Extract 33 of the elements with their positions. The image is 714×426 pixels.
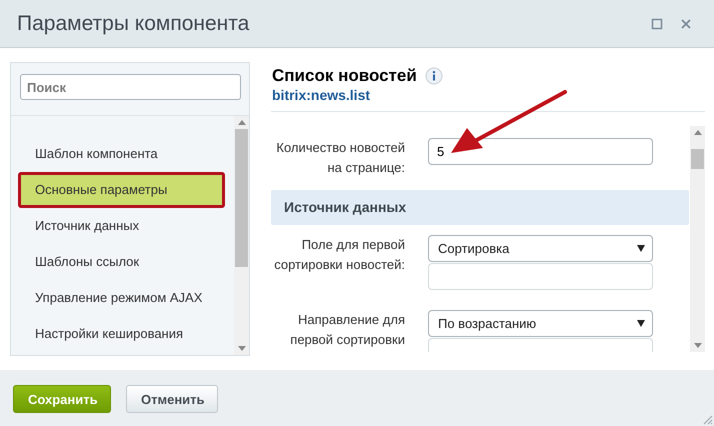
input-field[interactable]: 5 (428, 138, 653, 165)
sidebar-item[interactable]: Управление режимом AJAX (18, 280, 225, 316)
cancel-button[interactable]: Отменить (126, 385, 218, 413)
sidebar-item[interactable]: Настройки кеширования (18, 316, 225, 352)
dropdown[interactable]: По возрастанию (428, 310, 653, 337)
scroll-up-icon[interactable] (238, 120, 246, 125)
dropdown[interactable]: Сортировка (428, 235, 653, 262)
scrollbar[interactable] (690, 126, 705, 352)
input-field[interactable] (428, 263, 653, 290)
resize-grip-icon[interactable] (701, 413, 713, 425)
dropdown-caret-icon (637, 320, 645, 327)
dropdown-caret-icon (637, 245, 645, 252)
maximize-icon[interactable] (651, 18, 663, 30)
sidebar-item[interactable]: Источник данных (18, 208, 225, 244)
component-code: bitrix:news.list (272, 87, 372, 103)
scroll-up-icon[interactable] (694, 130, 702, 135)
field-label: Направление для первой сортировки (289, 311, 405, 349)
info-icon[interactable] (424, 67, 443, 85)
window-title: Параметры компонента (17, 12, 250, 36)
scrollbar-thumb[interactable] (235, 129, 248, 267)
close-icon[interactable] (680, 18, 692, 30)
field-label: Поле для первой сортировки новостей: (273, 236, 405, 274)
component-title: Список новостей (272, 66, 417, 86)
scroll-down-icon[interactable] (238, 346, 246, 351)
section-header: Источник данных (271, 190, 689, 225)
scrollbar-thumb[interactable] (691, 149, 704, 169)
scrollbar[interactable] (234, 116, 249, 355)
sidebar-item[interactable]: Шаблоны ссылок (18, 244, 225, 280)
field-label: Количество новостей на странице: (275, 139, 405, 177)
scroll-down-icon[interactable] (694, 343, 702, 348)
sidebar-item[interactable]: Шаблон компонента (18, 136, 225, 172)
sidebar-item[interactable]: Основные параметры (18, 172, 225, 208)
search-field[interactable]: Поиск (20, 74, 241, 100)
